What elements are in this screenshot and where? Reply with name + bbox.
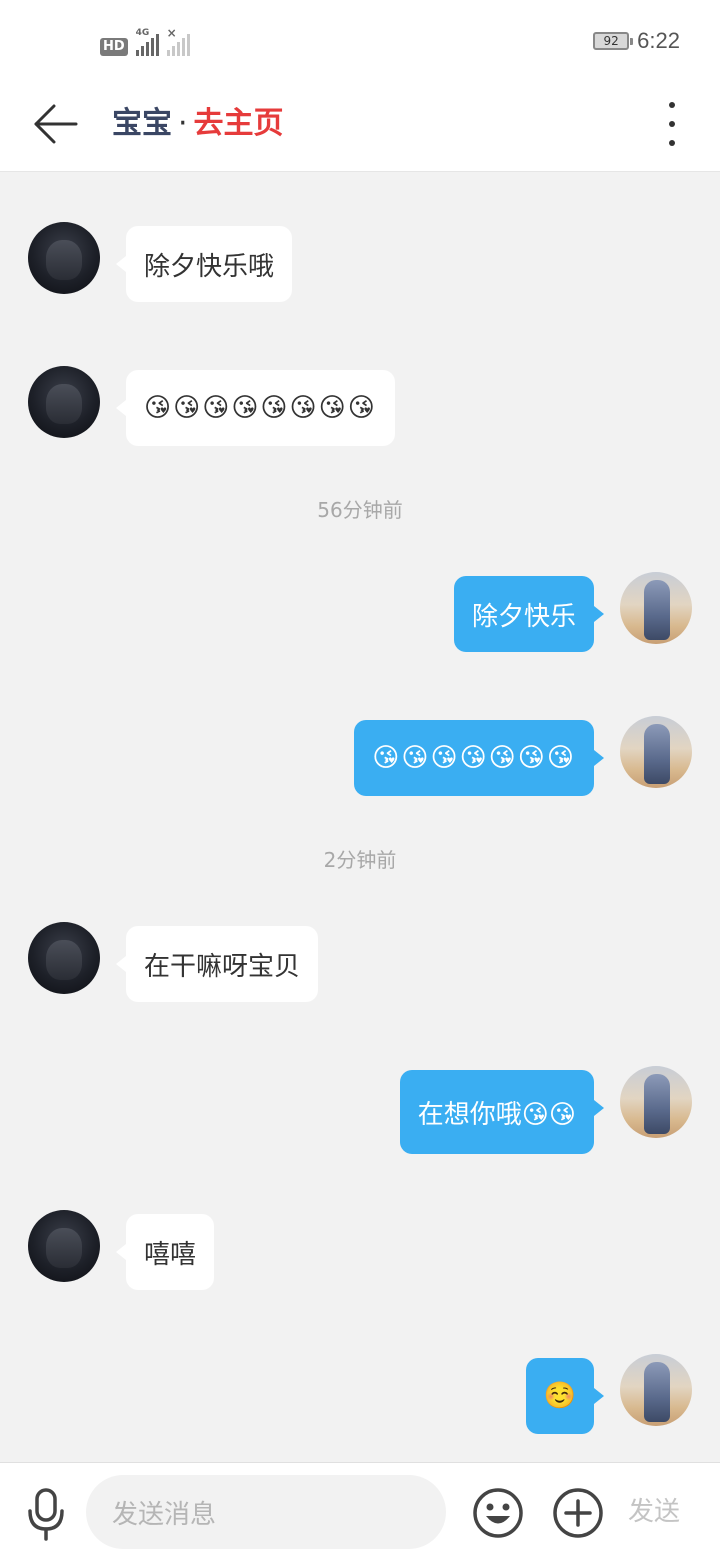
partner-avatar[interactable] [28, 366, 100, 438]
message-bubble-mine[interactable]: 在想你哦😘😘 [399, 1070, 605, 1154]
message-text: 在想你哦😘😘 [417, 1099, 576, 1130]
partner-avatar[interactable] [28, 1210, 100, 1282]
message-timestamp: 2分钟前 [323, 848, 397, 872]
partner-avatar[interactable] [28, 922, 100, 994]
microphone-icon [28, 1488, 64, 1541]
title-separator: · [178, 106, 188, 141]
message-input[interactable]: 发送消息 [86, 1475, 446, 1549]
chat-title: 宝宝 · 去主页 [112, 98, 284, 150]
message-bubble-partner[interactable]: 嘻嘻 [115, 1214, 215, 1290]
message-timestamp: 56分钟前 [317, 498, 403, 522]
network-type-label: 4G [135, 28, 150, 38]
message-bubble-mine[interactable]: ☺️ [525, 1358, 605, 1434]
message-text: ☺️ [543, 1381, 576, 1411]
chat-header: 宝宝 · 去主页 [0, 76, 720, 172]
smiley-icon [473, 1488, 523, 1538]
plus-circle-icon [553, 1488, 603, 1538]
more-actions-button[interactable] [552, 1487, 604, 1539]
status-bar: HD 4G × 92 6:22 [0, 0, 720, 76]
emoji-button[interactable] [472, 1487, 524, 1539]
message-input-bar: 发送消息 发送 [0, 1462, 720, 1560]
message-text: 除夕快乐哦 [144, 251, 275, 282]
message-text: 😘😘😘😘😘😘😘 [372, 743, 576, 773]
status-icons-right: 92 6:22 [593, 28, 680, 54]
message-bubble-partner[interactable]: 😘😘😘😘😘😘😘😘 [116, 370, 395, 446]
message-text: 嘻嘻 [144, 1239, 197, 1270]
more-options-button[interactable] [660, 102, 684, 146]
message-text: 在干嘛呀宝贝 [144, 951, 301, 982]
my-avatar[interactable] [620, 572, 692, 644]
back-button[interactable] [30, 100, 82, 148]
arrow-left-icon [34, 104, 78, 144]
my-avatar[interactable] [620, 1354, 692, 1426]
my-avatar[interactable] [620, 716, 692, 788]
send-button[interactable]: 发送 [628, 1491, 680, 1528]
more-vertical-icon [669, 102, 675, 108]
hd-badge: HD [100, 38, 128, 56]
message-bubble-mine[interactable]: 😘😘😘😘😘😘😘 [354, 720, 604, 796]
status-icons-left: HD 4G × [100, 26, 190, 56]
message-bubble-partner[interactable]: 在干嘛呀宝贝 [115, 926, 319, 1002]
homepage-link[interactable]: 去主页 [194, 106, 284, 141]
message-bubble-partner[interactable]: 除夕快乐哦 [115, 226, 293, 302]
input-placeholder: 发送消息 [112, 1499, 217, 1530]
partner-avatar[interactable] [28, 222, 100, 294]
battery-icon: 92 [593, 32, 634, 50]
message-bubble-mine[interactable]: 除夕快乐 [453, 576, 605, 652]
secondary-signal-icon: × [166, 26, 190, 56]
cellular-signal-icon: 4G [135, 28, 159, 56]
voice-button[interactable] [22, 1487, 70, 1541]
contact-name: 宝宝 [112, 106, 172, 141]
my-avatar[interactable] [620, 1066, 692, 1138]
message-text: 除夕快乐 [471, 601, 576, 632]
message-text: 😘😘😘😘😘😘😘😘 [144, 393, 377, 423]
clock: 6:22 [637, 28, 680, 53]
